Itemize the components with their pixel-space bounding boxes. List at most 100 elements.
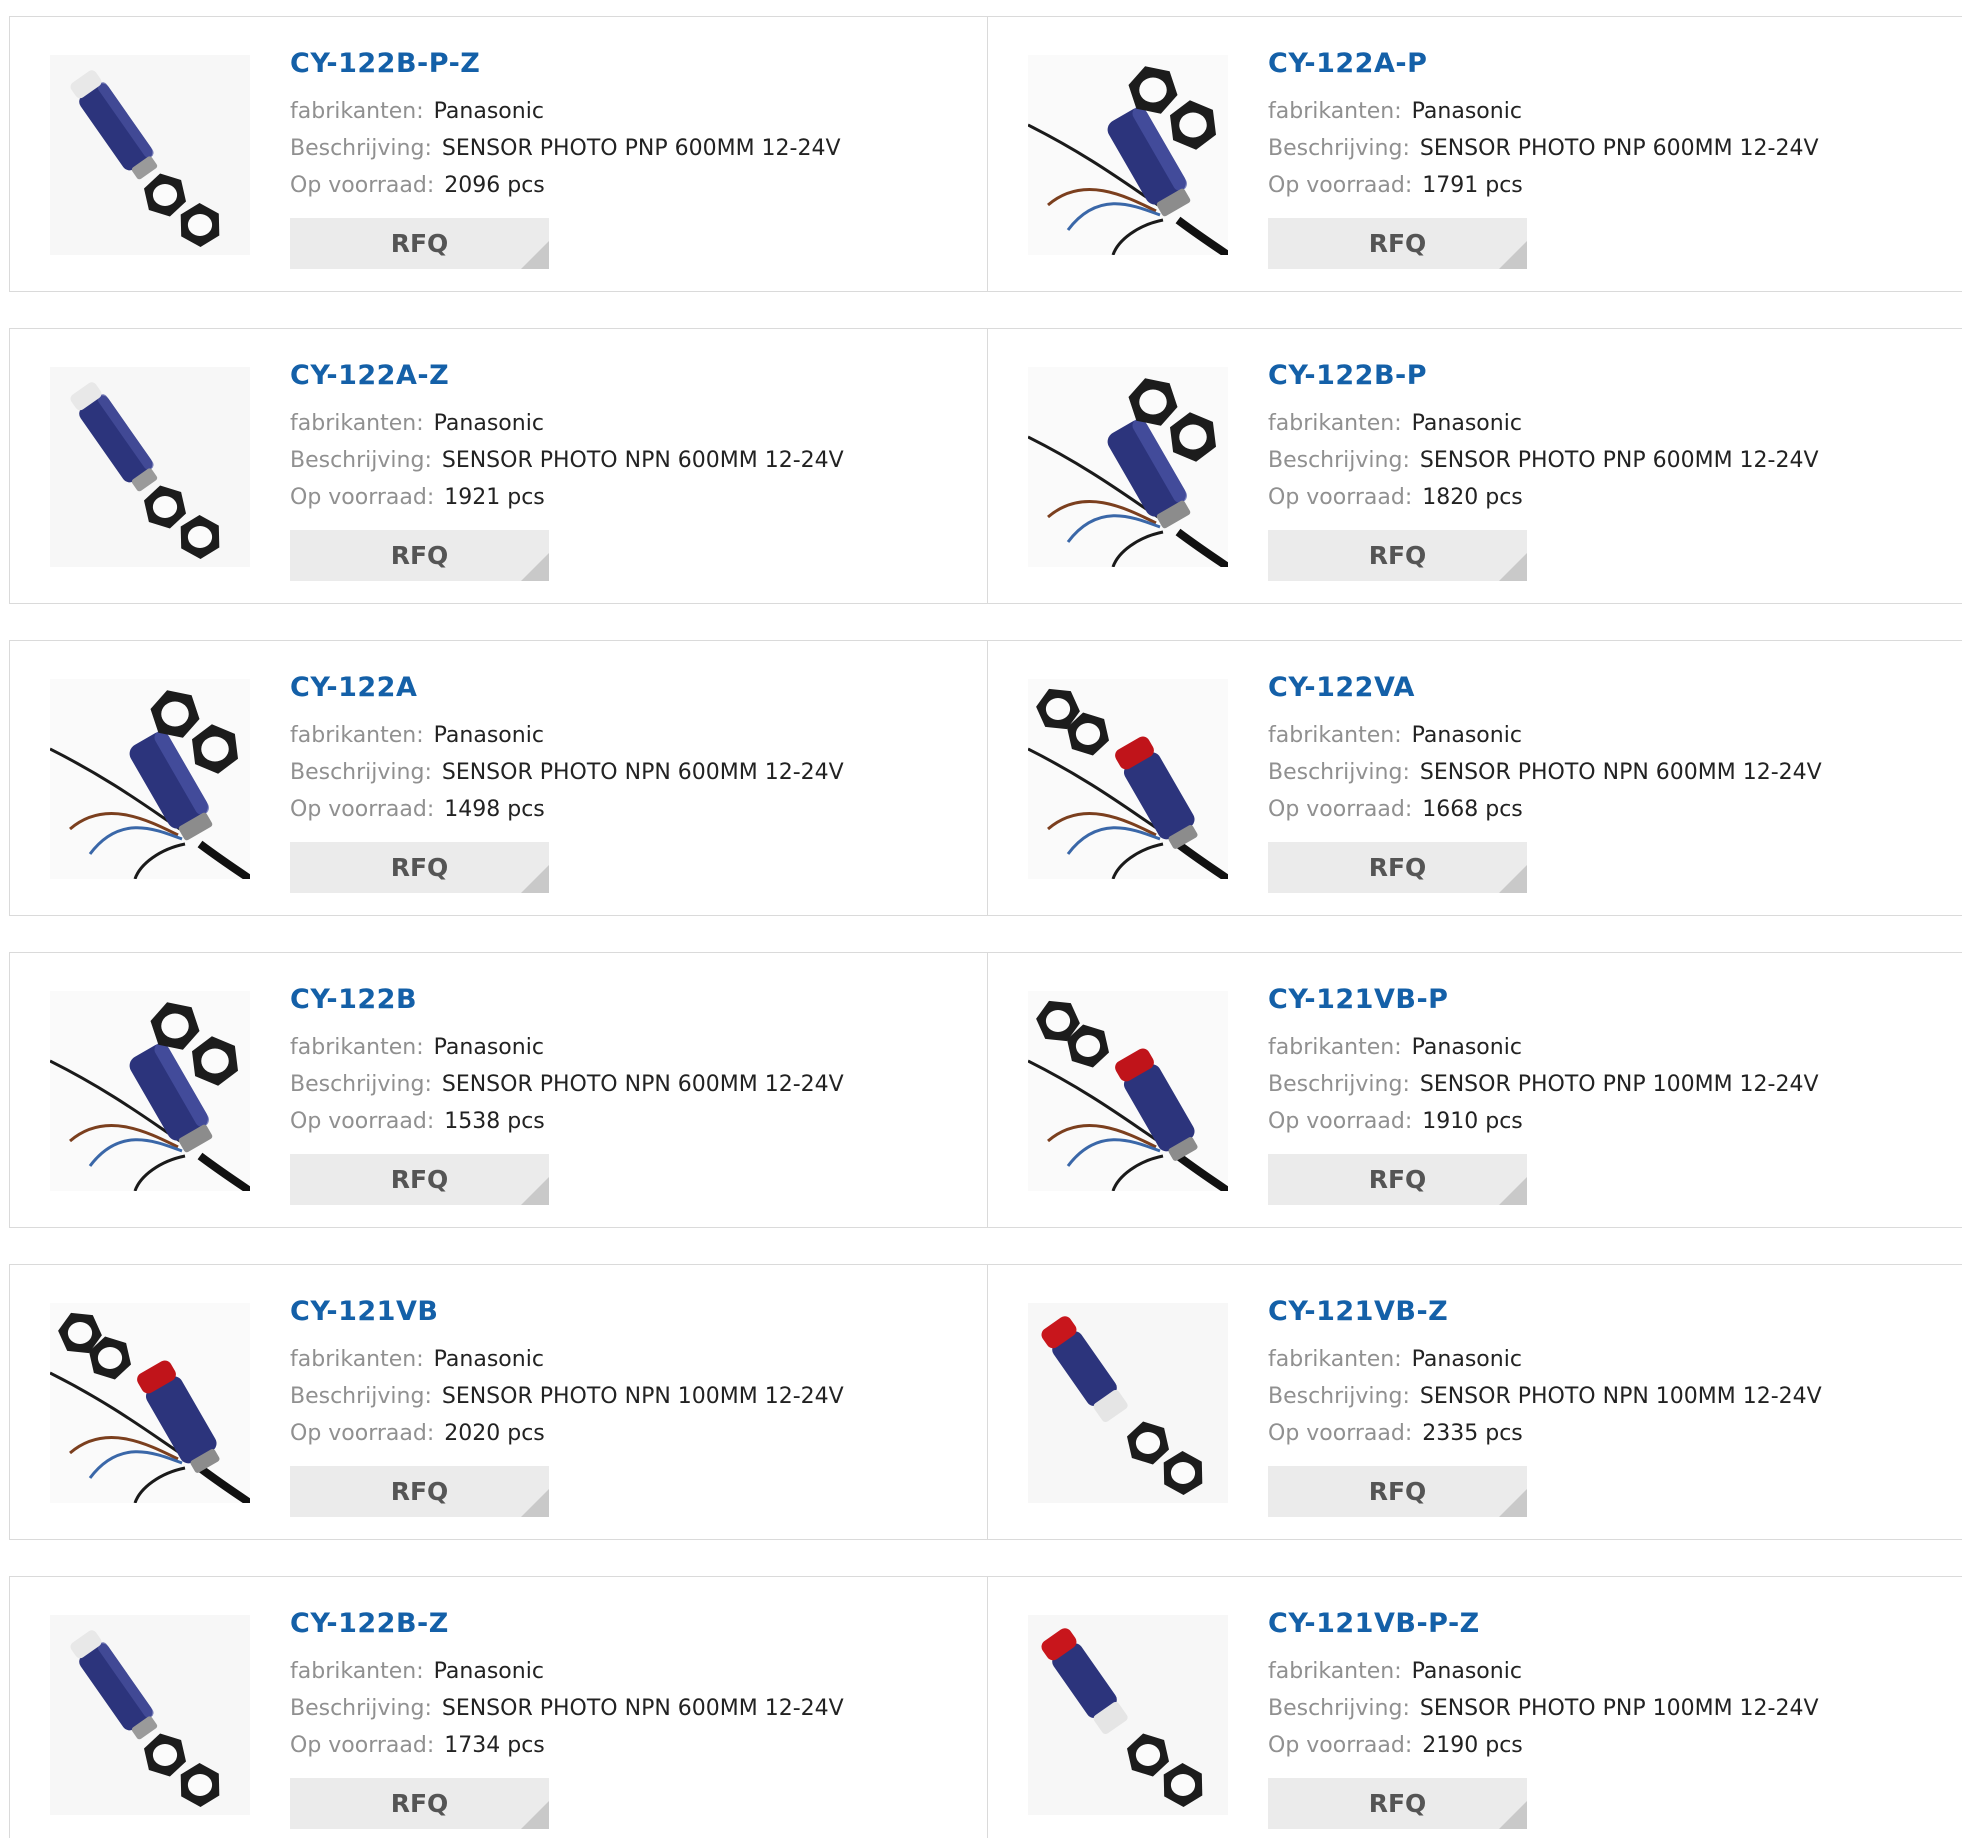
manufacturer-label: fabrikanten: — [290, 411, 424, 436]
product-card: CY-121VB-P fabrikanten: Panasonic Beschri… — [988, 953, 1962, 1227]
rfq-button-label: RFQ — [390, 541, 449, 570]
product-image[interactable] — [1028, 1303, 1228, 1503]
product-row: CY-122B-P-Z fabrikanten: Panasonic Beschr… — [9, 16, 1962, 292]
stock-row: Op voorraad: 1820 pcs — [1268, 479, 1819, 516]
rfq-button[interactable]: RFQ — [1268, 1154, 1527, 1205]
product-image[interactable] — [50, 991, 250, 1191]
part-number-link[interactable]: CY-121VB-P — [1268, 983, 1819, 1017]
description-label: Beschrijving: — [290, 760, 432, 785]
description-value: SENSOR PHOTO NPN 600MM 12-24V — [441, 1072, 844, 1097]
rfq-button[interactable]: RFQ — [1268, 218, 1527, 269]
product-card: CY-121VB-Z fabrikanten: Panasonic Beschri… — [988, 1265, 1962, 1539]
corner-triangle-icon — [1499, 865, 1527, 893]
manufacturer-label: fabrikanten: — [290, 723, 424, 748]
product-row: CY-122B-Z fabrikanten: Panasonic Beschrij… — [9, 1576, 1962, 1838]
stock-label: Op voorraad: — [1268, 485, 1413, 510]
part-number-link[interactable]: CY-121VB-Z — [1268, 1295, 1822, 1329]
description-row: Beschrijving: SENSOR PHOTO NPN 600MM 12-2… — [290, 1066, 844, 1103]
stock-label: Op voorraad: — [290, 1421, 435, 1446]
sensor-red-lens-with-cable-icon — [50, 1303, 250, 1503]
rfq-button[interactable]: RFQ — [1268, 530, 1527, 581]
product-row: CY-121VB fabrikanten: Panasonic Beschrijv… — [9, 1264, 1962, 1540]
product-image[interactable] — [50, 679, 250, 879]
stock-row: Op voorraad: 1791 pcs — [1268, 167, 1819, 204]
rfq-button[interactable]: RFQ — [1268, 1778, 1527, 1829]
product-info: CY-121VB-Z fabrikanten: Panasonic Beschri… — [1268, 1295, 1822, 1452]
rfq-button-label: RFQ — [1368, 1165, 1427, 1194]
stock-label: Op voorraad: — [290, 173, 435, 198]
product-card: CY-122VA fabrikanten: Panasonic Beschrijv… — [988, 641, 1962, 915]
rfq-button[interactable]: RFQ — [1268, 842, 1527, 893]
part-number-link[interactable]: CY-122A-Z — [290, 359, 844, 393]
rfq-button[interactable]: RFQ — [290, 1466, 549, 1517]
description-label: Beschrijving: — [1268, 448, 1410, 473]
sensor-red-lens-with-cable-icon — [1028, 991, 1228, 1191]
rfq-button[interactable]: RFQ — [290, 842, 549, 893]
part-number-link[interactable]: CY-122B-P-Z — [290, 47, 841, 81]
manufacturer-row: fabrikanten: Panasonic — [290, 405, 844, 442]
product-image[interactable] — [50, 367, 250, 567]
corner-triangle-icon — [1499, 553, 1527, 581]
part-number-link[interactable]: CY-121VB-P-Z — [1268, 1607, 1819, 1641]
manufacturer-row: fabrikanten: Panasonic — [1268, 405, 1819, 442]
description-value: SENSOR PHOTO PNP 600MM 12-24V — [441, 136, 841, 161]
part-number-link[interactable]: CY-122A-P — [1268, 47, 1819, 81]
stock-value: 1734 pcs — [444, 1733, 545, 1758]
manufacturer-row: fabrikanten: Panasonic — [290, 717, 844, 754]
product-image[interactable] — [1028, 1615, 1228, 1815]
part-number-link[interactable]: CY-122B — [290, 983, 844, 1017]
manufacturer-value: Panasonic — [1411, 723, 1522, 748]
part-number-link[interactable]: CY-122A — [290, 671, 844, 705]
manufacturer-value: Panasonic — [1411, 1035, 1522, 1060]
rfq-button-label: RFQ — [390, 1477, 449, 1506]
stock-row: Op voorraad: 2096 pcs — [290, 167, 841, 204]
description-value: SENSOR PHOTO NPN 600MM 12-24V — [441, 760, 844, 785]
description-value: SENSOR PHOTO NPN 100MM 12-24V — [441, 1384, 844, 1409]
part-number-link[interactable]: CY-121VB — [290, 1295, 844, 1329]
stock-value: 1538 pcs — [444, 1109, 545, 1134]
product-card: CY-121VB fabrikanten: Panasonic Beschrijv… — [10, 1265, 988, 1539]
product-image[interactable] — [1028, 55, 1228, 255]
sensor-red-lens-with-cable-icon — [1028, 679, 1228, 879]
manufacturer-row: fabrikanten: Panasonic — [1268, 93, 1819, 130]
product-image[interactable] — [1028, 991, 1228, 1191]
part-number-link[interactable]: CY-122B-Z — [290, 1607, 844, 1641]
product-image[interactable] — [1028, 679, 1228, 879]
stock-row: Op voorraad: 2335 pcs — [1268, 1415, 1822, 1452]
description-row: Beschrijving: SENSOR PHOTO NPN 100MM 12-2… — [1268, 1378, 1822, 1415]
rfq-button[interactable]: RFQ — [1268, 1466, 1527, 1517]
product-image[interactable] — [50, 1615, 250, 1815]
product-info: CY-122A-P fabrikanten: Panasonic Beschrij… — [1268, 47, 1819, 204]
product-image[interactable] — [50, 1303, 250, 1503]
sensor-with-cable-icon — [50, 991, 250, 1191]
rfq-button[interactable]: RFQ — [290, 1154, 549, 1205]
description-label: Beschrijving: — [1268, 1072, 1410, 1097]
corner-triangle-icon — [521, 241, 549, 269]
rfq-button[interactable]: RFQ — [290, 1778, 549, 1829]
stock-value: 1820 pcs — [1422, 485, 1523, 510]
part-number-link[interactable]: CY-122B-P — [1268, 359, 1819, 393]
product-row: CY-122A-Z fabrikanten: Panasonic Beschrij… — [9, 328, 1962, 604]
stock-row: Op voorraad: 1538 pcs — [290, 1103, 844, 1140]
product-card: CY-122B fabrikanten: Panasonic Beschrijvi… — [10, 953, 988, 1227]
rfq-button-label: RFQ — [1368, 229, 1427, 258]
rfq-button[interactable]: RFQ — [290, 218, 549, 269]
description-value: SENSOR PHOTO NPN 600MM 12-24V — [441, 1696, 844, 1721]
part-number-link[interactable]: CY-122VA — [1268, 671, 1822, 705]
manufacturer-value: Panasonic — [1411, 411, 1522, 436]
description-row: Beschrijving: SENSOR PHOTO PNP 100MM 12-2… — [1268, 1066, 1819, 1103]
stock-value: 1498 pcs — [444, 797, 545, 822]
description-value: SENSOR PHOTO PNP 100MM 12-24V — [1419, 1072, 1819, 1097]
description-row: Beschrijving: SENSOR PHOTO NPN 600MM 12-2… — [290, 754, 844, 791]
description-row: Beschrijving: SENSOR PHOTO NPN 600MM 12-2… — [290, 442, 844, 479]
rfq-button[interactable]: RFQ — [290, 530, 549, 581]
product-image[interactable] — [50, 55, 250, 255]
product-image[interactable] — [1028, 367, 1228, 567]
manufacturer-label: fabrikanten: — [1268, 411, 1402, 436]
manufacturer-label: fabrikanten: — [290, 1659, 424, 1684]
description-row: Beschrijving: SENSOR PHOTO PNP 600MM 12-2… — [1268, 442, 1819, 479]
sensor-with-nuts-clear-lens-icon — [50, 1615, 250, 1815]
rfq-button-label: RFQ — [390, 1789, 449, 1818]
manufacturer-value: Panasonic — [433, 1659, 544, 1684]
manufacturer-label: fabrikanten: — [1268, 723, 1402, 748]
